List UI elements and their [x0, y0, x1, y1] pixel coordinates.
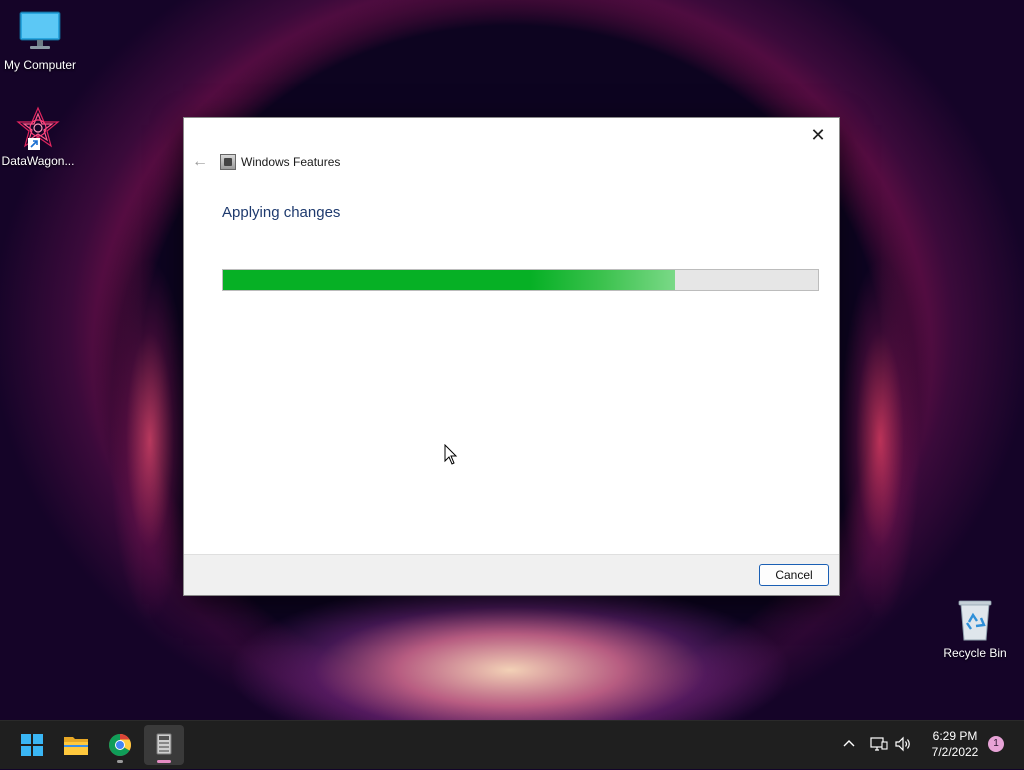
- recycle-bin-icon: [953, 598, 997, 642]
- cancel-button[interactable]: Cancel: [759, 564, 829, 586]
- desktop-icon-datawagon[interactable]: DataWagon...: [0, 106, 78, 168]
- windows-features-dialog: ✕ ← Windows Features Applying changes Ca…: [183, 117, 840, 596]
- network-icon[interactable]: [870, 736, 888, 757]
- status-heading: Applying changes: [222, 204, 341, 221]
- taskbar-chrome[interactable]: [100, 725, 140, 765]
- close-button[interactable]: ✕: [805, 123, 831, 147]
- mouse-cursor-icon: [444, 443, 458, 466]
- desktop-icon-label: DataWagon...: [1, 154, 75, 168]
- clock-time: 6:29 PM: [932, 729, 978, 743]
- running-indicator: [157, 760, 171, 763]
- dialog-footer: Cancel: [184, 554, 839, 595]
- folder-icon: [64, 737, 88, 755]
- start-button[interactable]: [12, 725, 52, 765]
- desktop-icon-recycle-bin[interactable]: Recycle Bin: [935, 598, 1015, 660]
- progress-bar: [222, 269, 819, 291]
- datawagon-icon: [16, 106, 60, 150]
- show-hidden-icons-chevron-icon[interactable]: [842, 735, 856, 751]
- windows-start-icon: [21, 734, 43, 756]
- desktop-icon-label: Recycle Bin: [943, 646, 1007, 660]
- running-indicator: [117, 760, 123, 763]
- notification-badge[interactable]: 1: [988, 736, 1004, 752]
- taskbar-windows-features[interactable]: [144, 725, 184, 765]
- chrome-icon: [109, 734, 131, 756]
- windows-features-icon: [156, 733, 172, 755]
- monitor-icon: [18, 10, 62, 54]
- progress-bar-fill: [223, 270, 676, 290]
- taskbar-file-explorer[interactable]: [56, 725, 96, 765]
- clock[interactable]: 6:29 PM 7/2/2022: [915, 728, 995, 760]
- back-arrow-icon[interactable]: ←: [192, 154, 212, 170]
- windows-features-icon: [220, 154, 236, 170]
- desktop-icon-label: My Computer: [3, 58, 77, 72]
- clock-date: 7/2/2022: [931, 745, 979, 759]
- volume-icon[interactable]: [894, 736, 912, 757]
- dialog-title: Windows Features: [241, 155, 341, 169]
- desktop-icon-my-computer[interactable]: My Computer: [0, 10, 80, 72]
